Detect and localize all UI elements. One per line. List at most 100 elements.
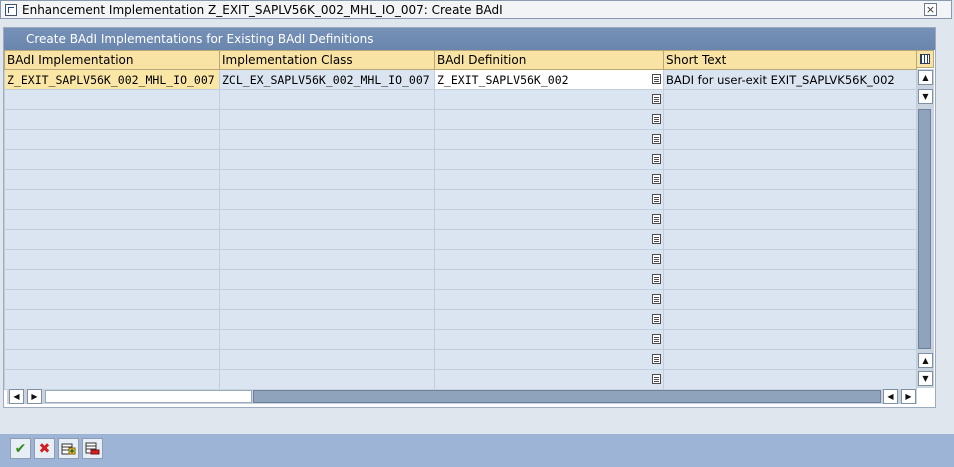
value-help-icon[interactable] [652,294,661,304]
value-help-icon[interactable] [652,174,661,184]
implementation-class-cell[interactable] [219,109,435,130]
implementation-class-cell[interactable] [219,289,435,310]
implementation-class-cell[interactable] [219,369,435,390]
badi-implementation-cell[interactable] [4,249,220,270]
table-row[interactable] [4,309,917,330]
implementation-class-cell[interactable] [219,329,435,350]
implementation-class-cell[interactable] [219,209,435,230]
implementation-class-cell[interactable] [219,349,435,370]
badi-implementation-cell[interactable] [4,269,220,290]
badi-implementation-cell[interactable] [4,89,220,110]
badi-definition-cell[interactable] [434,369,664,390]
badi-definition-cell[interactable] [434,169,664,190]
value-help-icon[interactable] [652,274,661,284]
badi-definition-cell[interactable] [434,329,664,350]
badi-implementation-cell[interactable] [4,149,220,170]
table-row[interactable] [4,269,917,290]
implementation-class-cell[interactable] [219,129,435,150]
vertical-scroll-thumb[interactable] [918,109,931,349]
badi-definition-cell[interactable] [434,89,664,110]
horizontal-track[interactable] [45,390,252,403]
table-row[interactable] [4,129,917,150]
value-help-icon[interactable] [652,234,661,244]
badi-implementation-cell[interactable] [4,229,220,250]
table-row[interactable] [4,229,917,250]
delete-row-button[interactable] [82,438,103,459]
scroll-up-bottom-icon[interactable]: ▲ [918,353,933,368]
table-row[interactable] [4,209,917,230]
badi-implementation-cell[interactable] [4,169,220,190]
badi-implementation-cell[interactable] [4,329,220,350]
table-row[interactable] [4,329,917,350]
badi-implementation-cell[interactable] [4,369,220,390]
value-help-icon[interactable] [652,374,661,384]
badi-definition-cell[interactable] [434,149,664,170]
cancel-button[interactable]: ✖ [34,438,55,459]
scroll-down-bottom-icon[interactable]: ▼ [918,371,933,386]
implementation-class-cell[interactable] [219,249,435,270]
table-row[interactable] [4,149,917,170]
table-row[interactable]: Z_EXIT_SAPLV56K_002_MHL_IO_007 ZCL_EX_SAP… [4,69,917,90]
value-help-icon[interactable] [652,154,661,164]
implementation-class-cell[interactable] [219,89,435,110]
value-help-icon[interactable] [652,314,661,324]
scroll-left-end-icon[interactable]: ◀ [883,389,898,404]
badi-implementation-cell[interactable] [4,289,220,310]
implementation-class-cell[interactable] [219,149,435,170]
badi-definition-cell[interactable] [434,189,664,210]
badi-implementation-cell[interactable]: Z_EXIT_SAPLV56K_002_MHL_IO_007 [4,69,220,90]
badi-implementation-cell[interactable] [4,349,220,370]
badi-definition-cell[interactable] [434,349,664,370]
table-row[interactable] [4,109,917,130]
badi-definition-cell[interactable] [434,229,664,250]
vertical-scrollbar[interactable]: ▲ ▼ ▲ ▼ [917,69,934,388]
badi-implementation-cell[interactable] [4,209,220,230]
column-header-badi-implementation[interactable]: BAdI Implementation [4,50,220,70]
badi-implementation-cell[interactable] [4,309,220,330]
column-header-short-text[interactable]: Short Text [663,50,917,70]
implementation-class-cell[interactable] [219,269,435,290]
badi-definition-cell[interactable] [434,129,664,150]
value-help-icon[interactable] [652,214,661,224]
scroll-up-icon[interactable]: ▲ [918,70,933,85]
table-row[interactable] [4,189,917,210]
column-header-badi-definition[interactable]: BAdI Definition [434,50,664,70]
badi-definition-cell[interactable] [434,249,664,270]
close-icon[interactable]: × [924,3,937,16]
badi-implementation-cell[interactable] [4,189,220,210]
implementation-class-cell[interactable]: ZCL_EX_SAPLV56K_002_MHL_IO_007 [219,69,435,90]
badi-definition-cell[interactable] [434,109,664,130]
implementation-class-cell[interactable] [219,309,435,330]
value-help-icon[interactable] [652,354,661,364]
value-help-icon[interactable] [652,334,661,344]
implementation-class-cell[interactable] [219,229,435,250]
table-row[interactable] [4,169,917,190]
continue-button[interactable]: ✔ [10,438,31,459]
badi-implementation-cell[interactable] [4,129,220,150]
column-header-implementation-class[interactable]: Implementation Class [219,50,435,70]
table-row[interactable] [4,249,917,270]
horizontal-scroll-thumb[interactable] [253,390,881,403]
badi-definition-cell[interactable]: Z_EXIT_SAPLV56K_002 [434,69,664,90]
scroll-down-icon[interactable]: ▼ [918,89,933,104]
table-row[interactable] [4,89,917,110]
insert-row-button[interactable] [58,438,79,459]
value-help-icon[interactable] [652,74,661,84]
badi-implementation-cell[interactable] [4,109,220,130]
value-help-icon[interactable] [652,134,661,144]
value-help-icon[interactable] [652,94,661,104]
implementation-class-cell[interactable] [219,169,435,190]
horizontal-scrollbar[interactable]: ◀ ▶ ◀ ▶ [7,389,917,404]
column-settings-icon[interactable] [916,50,934,68]
table-row[interactable] [4,349,917,370]
table-row[interactable] [4,369,917,390]
scroll-left-icon[interactable]: ◀ [9,389,24,404]
badi-definition-cell[interactable] [434,289,664,310]
scroll-right-end-icon[interactable]: ▶ [901,389,916,404]
implementation-class-cell[interactable] [219,189,435,210]
badi-definition-cell[interactable] [434,209,664,230]
badi-definition-cell[interactable] [434,269,664,290]
table-row[interactable] [4,289,917,310]
scroll-right-icon[interactable]: ▶ [27,389,42,404]
value-help-icon[interactable] [652,254,661,264]
